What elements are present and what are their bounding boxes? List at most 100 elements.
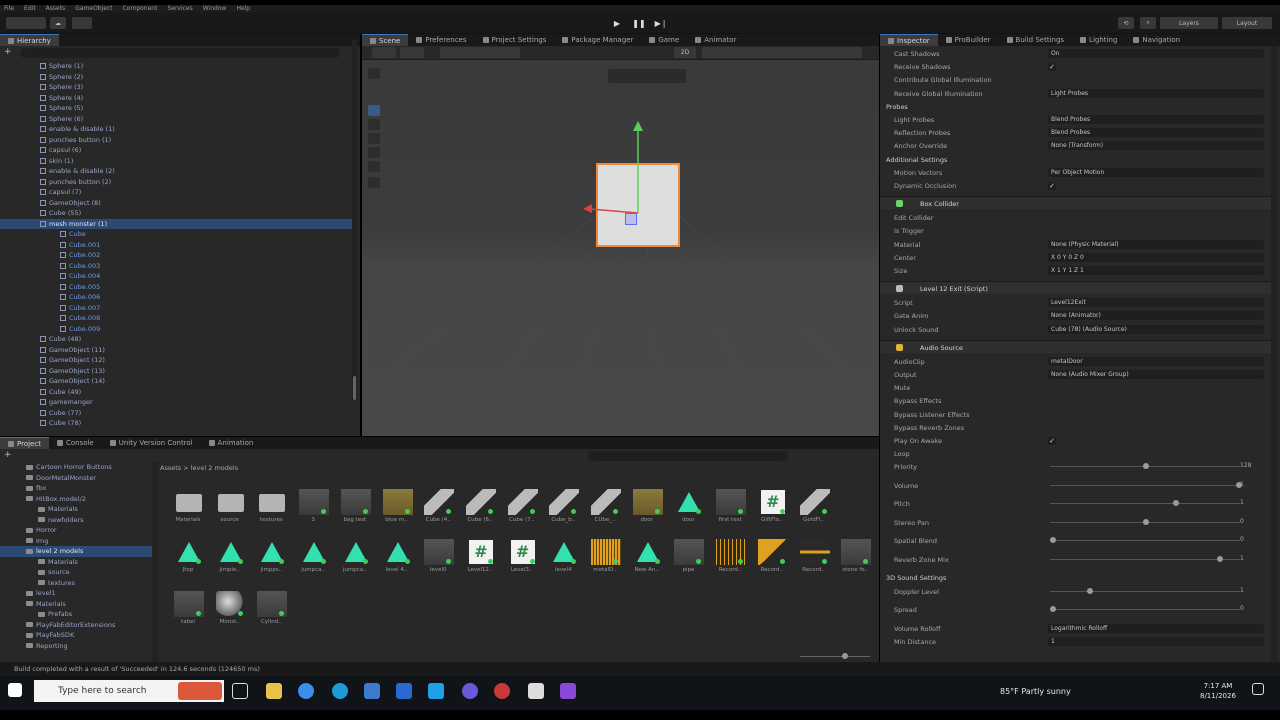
hierarchy-item[interactable]: Sphere (3) [0,82,352,93]
checkbox[interactable]: ✓ [1048,437,1056,445]
property-row[interactable]: Center X 0 Y 0 Z 0 [880,252,1272,264]
folder-item[interactable]: fbx [0,483,152,494]
asset-item[interactable]: 3 [293,485,333,533]
hierarchy-item[interactable]: Cube (48) [0,334,352,345]
property-value[interactable]: X 0 Y 0 Z 0 [1048,252,1264,262]
step-icon[interactable]: ▶❘ [654,18,668,29]
account-button[interactable] [6,17,46,29]
asset-item[interactable]: level 4.. [377,535,417,583]
folder-item[interactable]: DoorMetalMonster [0,473,152,484]
folder-item[interactable]: Img [0,536,152,547]
tab-scene-1[interactable]: Preferences [408,34,474,46]
hierarchy-item[interactable]: Cube (55) [0,208,352,219]
hierarchy-item[interactable]: mesh monster (1) [0,218,352,229]
property-row[interactable]: Script Level12Exit [880,297,1272,309]
property-row[interactable]: Pitch 1 [880,498,1272,510]
property-row[interactable]: Material None (Physic Material) [880,239,1272,251]
cloud-icon[interactable]: ☁ [50,17,66,29]
slider-track[interactable] [1050,537,1240,544]
property-row[interactable]: Reflection Probes Blend Probes [880,127,1272,139]
mode-2d-button[interactable]: 2D [674,47,696,58]
folder-item[interactable]: newfolders [0,515,152,526]
slider-track[interactable] [1050,606,1240,613]
property-row[interactable]: Bypass Reverb Zones [880,422,1272,434]
tab-scene-5[interactable]: Animator [687,34,744,46]
hierarchy-scrollbar[interactable] [352,40,357,400]
hierarchy-item[interactable]: Cube.006 [0,292,352,303]
slider-value[interactable]: 1 [1240,587,1244,594]
plane-handle[interactable] [625,213,637,225]
file-explorer-icon[interactable] [266,683,282,699]
asset-item[interactable]: Monst.. [210,587,250,635]
property-value[interactable]: X 1 Y 1 Z 1 [1048,266,1264,275]
property-row[interactable]: Spatial Blend 0 [880,535,1272,547]
property-row[interactable]: Loop [880,448,1272,460]
move-gizmo[interactable] [362,61,879,436]
slider-track[interactable] [1050,555,1240,562]
layers-dropdown[interactable]: Layers [1160,17,1218,29]
property-row[interactable]: Gate Anim None (Animator) [880,310,1272,322]
asset-item[interactable]: tabel [168,587,208,635]
asset-item[interactable]: source [210,485,250,533]
hierarchy-item[interactable]: GameObject (12) [0,355,352,366]
menu-item[interactable]: Services [167,5,192,12]
slider-track[interactable] [1050,481,1242,488]
asset-item[interactable]: Record.. [710,535,750,583]
asset-item[interactable]: GoldFl.. [794,485,834,533]
slider-knob[interactable] [1050,537,1056,544]
property-row[interactable]: Mute [880,382,1272,394]
property-value[interactable]: Light Probes [1048,88,1264,98]
checkbox[interactable]: ✓ [1048,182,1056,190]
tab-inspector-3[interactable]: Lighting [1072,34,1125,46]
visual-studio-icon[interactable] [560,683,576,699]
checkbox[interactable]: ✓ [1048,63,1056,72]
hierarchy-item[interactable]: Sphere (1) [0,61,352,72]
hierarchy-item[interactable]: Sphere (6) [0,114,352,125]
gizmo-toggle[interactable] [400,47,424,58]
property-value[interactable]: None (Physic Material) [1048,239,1264,249]
notification-icon[interactable] [1252,683,1264,695]
property-row[interactable]: Reverb Zone Mix 1 [880,554,1272,566]
property-row[interactable]: Priority 128 [880,461,1272,473]
hierarchy-item[interactable]: Cube.005 [0,282,352,293]
property-value[interactable]: Blend Probes [1048,115,1264,124]
pause-icon[interactable]: ❚❚ [632,18,646,29]
slider-knob[interactable] [1143,463,1149,470]
mail-icon[interactable] [396,683,412,699]
folder-item[interactable]: level1 [0,588,152,599]
asset-item[interactable]: Record.. [794,535,834,583]
hierarchy-item[interactable]: gamemanger [0,397,352,408]
property-value[interactable]: None (Transform) [1048,141,1264,151]
property-row[interactable]: Doppler Level 1 [880,586,1272,598]
menu-item[interactable]: Component [123,5,158,12]
asset-item[interactable]: pipe [668,535,708,583]
asset-item[interactable]: Materials [168,485,208,533]
asset-item[interactable]: Cube_b.. [543,485,583,533]
hierarchy-item[interactable]: Cube [0,229,352,240]
recorder-icon[interactable] [494,683,510,699]
menu-item[interactable]: File [4,5,14,12]
property-value[interactable]: Per Object Motion [1048,167,1264,177]
asset-item[interactable]: level0 [418,535,458,583]
slider-value[interactable]: 0 [1240,605,1244,612]
menu-item[interactable]: GameObject [75,5,112,12]
asset-item[interactable]: textures [251,485,291,533]
hierarchy-item[interactable]: Cube (78) [0,418,352,429]
hierarchy-item[interactable]: punches button (2) [0,177,352,188]
hierarchy-item[interactable]: Cube.001 [0,240,352,251]
hierarchy-item[interactable]: Cube.008 [0,313,352,324]
folder-item[interactable]: PlayFabEditorExtensions [0,620,152,631]
asset-item[interactable]: Cylind.. [251,587,291,635]
property-row[interactable]: Play On Awake ✓ [880,435,1272,447]
property-row[interactable]: Cast Shadows On [880,48,1272,60]
slider-value[interactable]: 0 [1240,518,1244,525]
slider-value[interactable]: 0 [1240,536,1244,543]
store-icon[interactable] [364,683,380,699]
play-icon[interactable]: ▶ [610,18,624,29]
hierarchy-item[interactable]: Cube (77) [0,408,352,419]
slider-value[interactable]: 128 [1240,462,1251,469]
app-icon[interactable] [462,683,478,699]
add-icon[interactable]: + [4,47,20,58]
property-row[interactable]: Anchor Override None (Transform) [880,140,1272,152]
task-view-icon[interactable] [232,683,248,699]
